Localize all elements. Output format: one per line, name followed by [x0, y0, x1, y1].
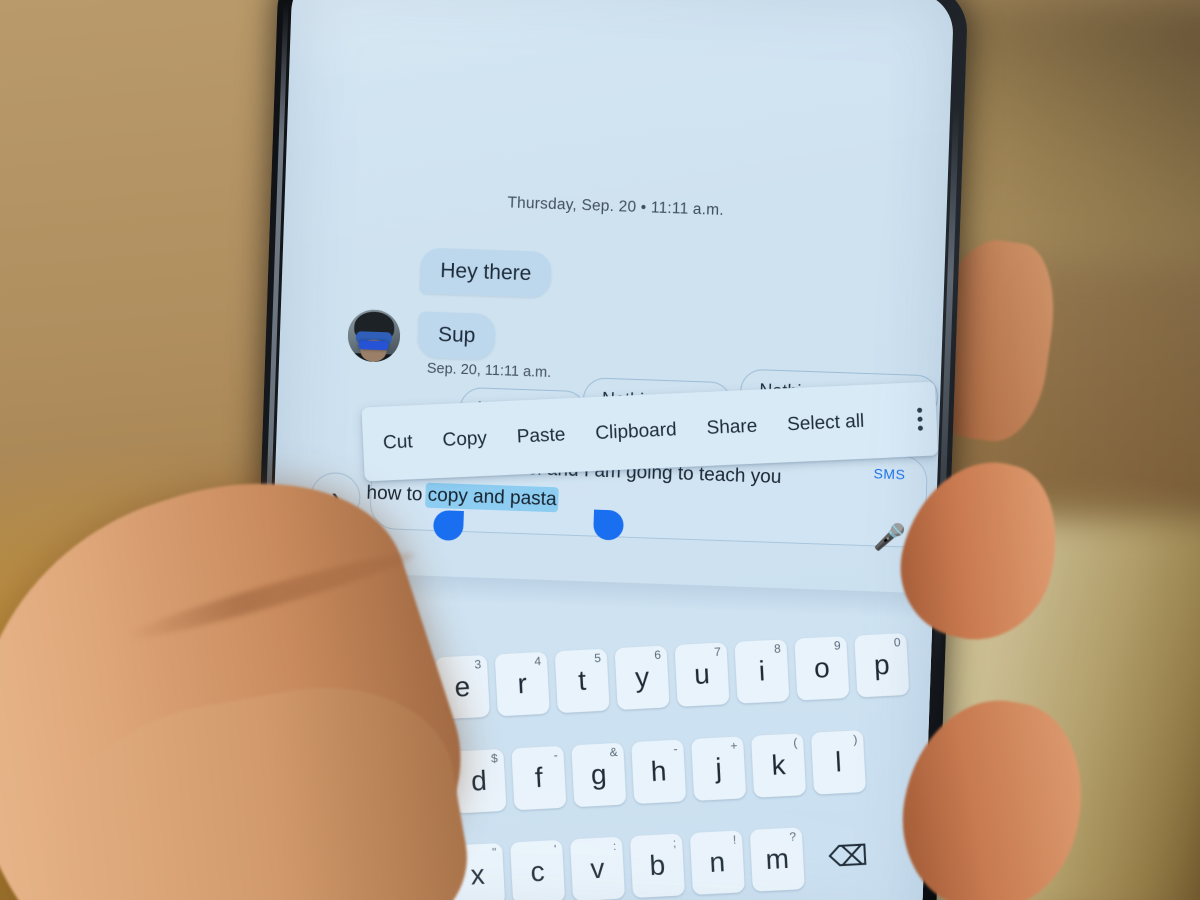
compose-text-selected[interactable]: copy and pasta	[427, 484, 557, 511]
key-alt-label: -	[553, 748, 559, 763]
key-j[interactable]: j +	[691, 736, 747, 801]
key-alt-label: '	[553, 842, 557, 857]
key-label: k	[770, 749, 787, 781]
selection-handle-start[interactable]	[432, 509, 464, 542]
key-alt-label: 4	[534, 654, 542, 669]
key-label: p	[873, 648, 891, 681]
key-alt-label: 9	[833, 638, 842, 653]
key-label: g	[590, 758, 608, 791]
key-alt-label: (	[793, 735, 798, 750]
key-label: j	[714, 752, 723, 784]
key-label: t	[577, 664, 587, 697]
key-backspace[interactable]: ⌫	[810, 823, 887, 889]
key-alt-label: ;	[672, 835, 677, 850]
key-label: h	[650, 755, 668, 788]
key-alt-label: 6	[653, 647, 662, 663]
conversation-date-header: Thursday, Sep. 20 • 11:11 a.m.	[507, 194, 725, 219]
more-vertical-icon[interactable]	[917, 407, 924, 431]
message-bubble[interactable]: Sup	[417, 311, 497, 361]
key-k[interactable]: k(	[750, 733, 807, 798]
key-label: ⌫	[827, 839, 869, 873]
key-alt-label: 3	[474, 657, 482, 672]
key-c[interactable]: c '	[510, 839, 566, 900]
key-u[interactable]: u7	[674, 642, 730, 707]
key-label: m	[764, 842, 790, 876]
send-sms-label: SMS	[873, 465, 906, 483]
key-n[interactable]: n!	[689, 830, 745, 895]
key-label: v	[589, 852, 606, 885]
key-g[interactable]: g &	[571, 742, 627, 808]
key-label: i	[757, 655, 766, 687]
key-l[interactable]: l)	[810, 730, 867, 795]
key-label: r	[516, 667, 528, 700]
key-h[interactable]: h-	[631, 739, 687, 805]
key-alt-label: "	[491, 845, 497, 860]
key-label: e	[453, 670, 471, 703]
key-alt-label: 7	[713, 644, 722, 659]
key-alt-label: -	[673, 741, 678, 756]
message-timestamp: Sep. 20, 11:11 a.m.	[426, 360, 552, 381]
key-i[interactable]: i8	[734, 639, 790, 704]
key-label: o	[813, 651, 831, 684]
key-alt-label: !	[732, 832, 737, 847]
key-label: d	[470, 764, 488, 797]
key-o[interactable]: o9	[794, 636, 850, 701]
menu-item-clipboard[interactable]: Clipboard	[593, 413, 680, 451]
key-p[interactable]: p0	[854, 632, 910, 698]
menu-item-share[interactable]: Share	[704, 410, 760, 446]
key-alt-label: +	[730, 738, 738, 753]
menu-item-copy[interactable]: Copy	[440, 422, 490, 458]
key-alt-label: 5	[593, 650, 602, 666]
menu-item-paste[interactable]: Paste	[514, 418, 568, 454]
key-alt-label: ?	[789, 829, 797, 844]
key-alt-label: 8	[773, 641, 782, 656]
key-label: u	[693, 658, 711, 690]
key-t[interactable]: t5	[554, 648, 610, 714]
microphone-icon[interactable]: 🎤	[873, 521, 906, 553]
key-label: c	[529, 855, 546, 888]
key-label: l	[834, 746, 843, 778]
key-m[interactable]: m?	[749, 827, 805, 892]
key-alt-label: 0	[893, 635, 901, 650]
key-v[interactable]: v:	[569, 836, 626, 900]
menu-item-select-all[interactable]: Select all	[784, 405, 867, 443]
message-bubble[interactable]: Hey there	[419, 247, 553, 298]
key-r[interactable]: r4	[494, 651, 550, 717]
avatar	[347, 308, 401, 363]
key-label: x	[469, 858, 486, 891]
key-alt-label: $	[490, 751, 499, 766]
key-alt-label: &	[609, 744, 618, 760]
key-label: n	[708, 846, 726, 879]
key-f[interactable]: f-	[511, 745, 567, 811]
key-alt-label: )	[852, 732, 858, 747]
key-label: y	[634, 661, 650, 694]
key-label: b	[648, 849, 666, 882]
photo-scene: Thursday, Sep. 20 • 11:11 a.m. Hey there…	[0, 0, 1200, 900]
key-alt-label: :	[612, 838, 617, 854]
menu-item-cut[interactable]: Cut	[380, 425, 415, 460]
key-y[interactable]: y6	[614, 645, 670, 711]
key-label: f	[534, 761, 544, 794]
key-b[interactable]: b;	[629, 833, 686, 899]
